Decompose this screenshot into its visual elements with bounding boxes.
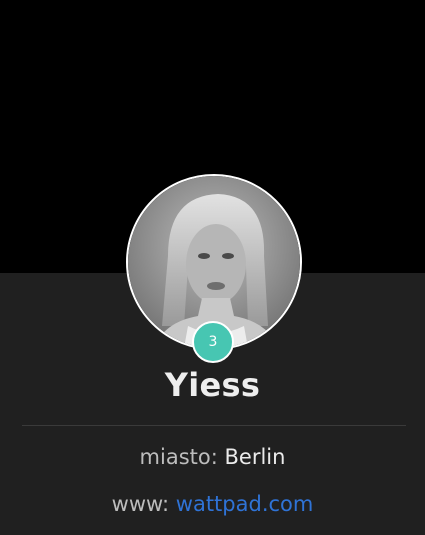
city-row: miasto: Berlin <box>0 445 425 469</box>
website-link[interactable]: wattpad.com <box>176 492 314 516</box>
profile-name: Yiess <box>164 366 261 404</box>
website-row: www: wattpad.com <box>0 492 425 516</box>
divider <box>22 425 406 426</box>
city-value: Berlin <box>224 445 286 469</box>
profile-card: 3 Yiess miasto: Berlin www: wattpad.com <box>0 0 425 535</box>
notification-badge[interactable]: 3 <box>192 321 234 363</box>
website-label: www: <box>111 492 170 516</box>
city-label: miasto: <box>139 445 218 469</box>
